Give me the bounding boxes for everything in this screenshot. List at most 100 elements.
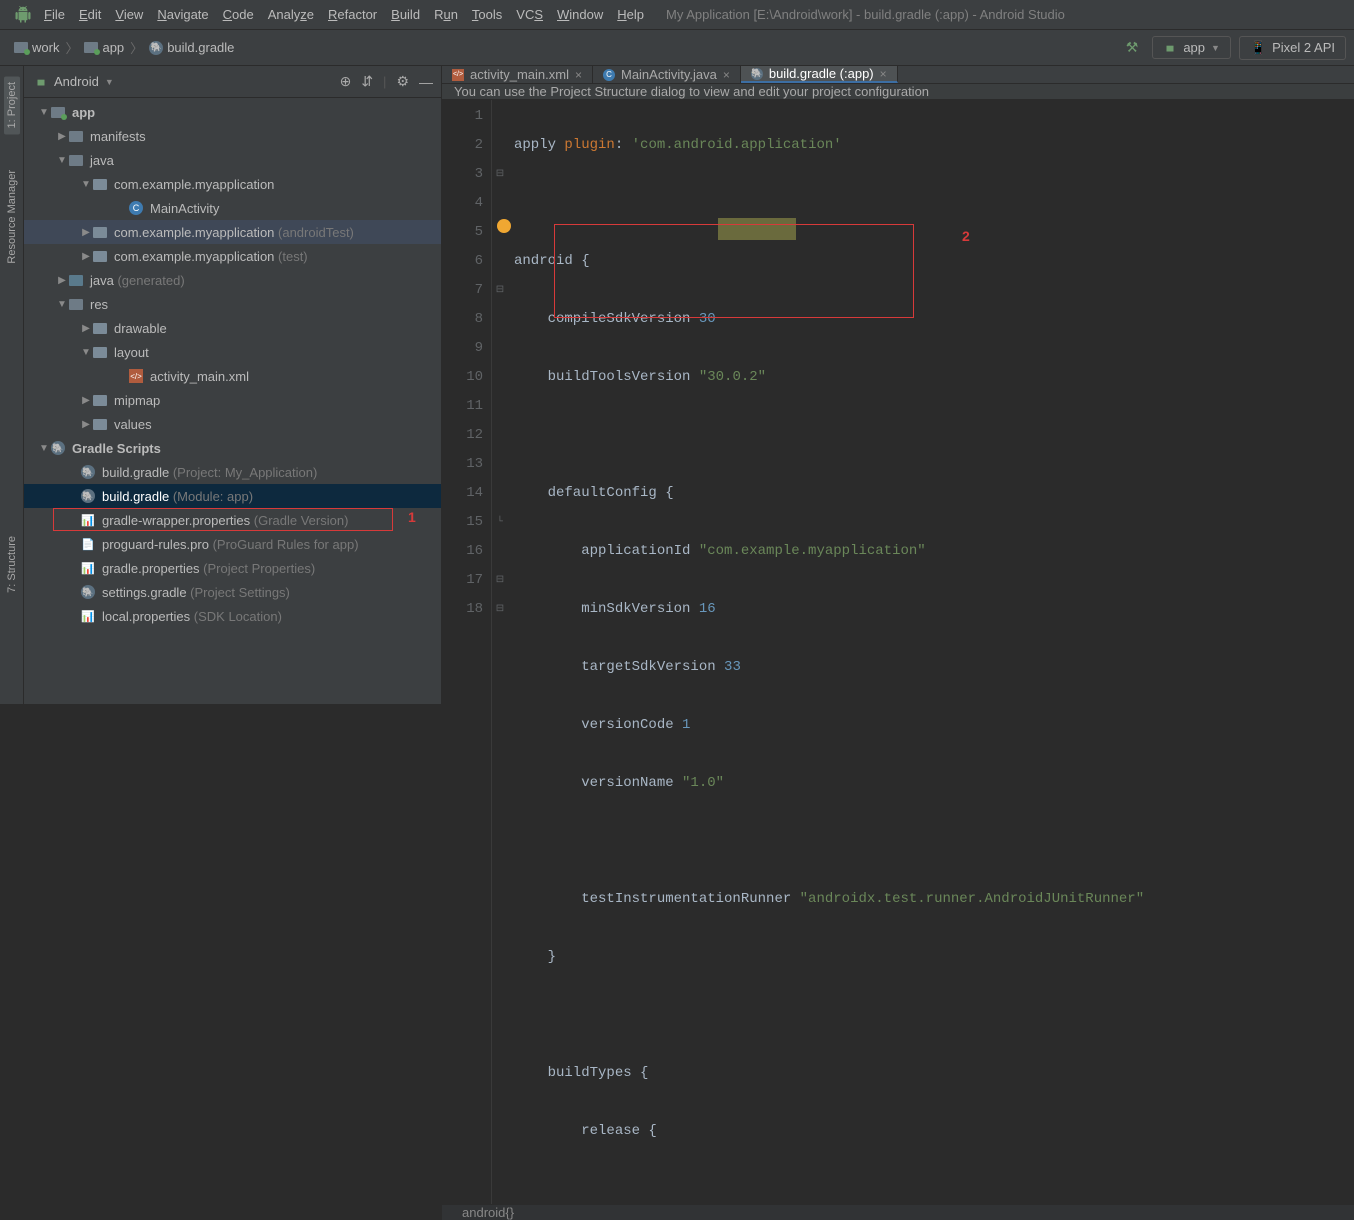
main-area: 1: Project Resource Manager 7: Structure… (0, 66, 1354, 704)
tree-gradle-scripts[interactable]: 🐘 Gradle Scripts (24, 436, 441, 460)
run-config-combo[interactable]: app ▼ (1152, 36, 1231, 59)
menu-edit[interactable]: Edit (79, 7, 101, 22)
folder-icon (69, 131, 83, 142)
nav-bar: work 〉 app 〉 🐘 build.gradle ⚒ app ▼ 📱 Pi… (0, 30, 1354, 66)
left-tool-strip: 1: Project Resource Manager 7: Structure (0, 66, 24, 704)
android-icon (34, 75, 48, 89)
settings-gear-icon[interactable]: ⚙ (396, 73, 409, 90)
properties-file-icon: 📊 (81, 609, 95, 623)
package-icon (93, 179, 107, 190)
code-content[interactable]: apply plugin: 'com.android.application' … (508, 100, 1354, 1204)
package-icon (93, 227, 107, 238)
tree-pkg-atest[interactable]: com.example.myapplication (androidTest) (24, 220, 441, 244)
crumb-work[interactable]: work (14, 40, 59, 55)
line-gutter: 123 456 789 101112 131415 161718 (442, 100, 492, 1204)
tree-gradle-wrapper[interactable]: 📊 gradle-wrapper.properties (Gradle Vers… (24, 508, 441, 532)
xml-file-icon: </> (129, 369, 143, 383)
menu-view[interactable]: View (115, 7, 143, 22)
menu-build[interactable]: Build (391, 7, 420, 22)
module-icon (51, 107, 65, 118)
tree-java[interactable]: java (24, 148, 441, 172)
tool-project[interactable]: 1: Project (4, 76, 20, 134)
properties-file-icon: 📊 (81, 561, 95, 575)
editor-area: </> activity_main.xml × C MainActivity.j… (442, 66, 1354, 704)
device-combo[interactable]: 📱 Pixel 2 API (1239, 36, 1346, 60)
tree-mipmap[interactable]: mipmap (24, 388, 441, 412)
project-header: Android ▼ ⊕ ⇵ | ⚙ — (24, 66, 441, 98)
tree-proguard[interactable]: 📄 proguard-rules.pro (ProGuard Rules for… (24, 532, 441, 556)
crumb-file[interactable]: 🐘 build.gradle (149, 40, 234, 55)
device-icon: 📱 (1250, 40, 1266, 56)
tree-gradle-properties[interactable]: 📊 gradle.properties (Project Properties) (24, 556, 441, 580)
tree-activity-main-xml[interactable]: </> activity_main.xml (24, 364, 441, 388)
editor-tabs: </> activity_main.xml × C MainActivity.j… (442, 66, 1354, 84)
menu-refactor[interactable]: Refactor (328, 7, 377, 22)
package-icon (93, 251, 107, 262)
build-button[interactable]: ⚒ (1126, 39, 1145, 56)
class-file-icon: C (603, 69, 615, 81)
android-icon (1163, 41, 1177, 55)
chevron-down-icon[interactable]: ▼ (105, 77, 114, 87)
menu-window[interactable]: Window (557, 7, 603, 22)
folder-icon (69, 299, 83, 310)
tab-build-gradle-app[interactable]: 🐘 build.gradle (:app) × (741, 66, 898, 83)
folder-icon (93, 419, 107, 430)
project-panel: Android ▼ ⊕ ⇵ | ⚙ — app manifests (24, 66, 442, 704)
run-config-label: app (1183, 40, 1205, 55)
code-editor[interactable]: 123 456 789 101112 131415 161718 apply p… (442, 100, 1354, 1204)
device-label: Pixel 2 API (1272, 40, 1335, 55)
tree-build-gradle-project[interactable]: 🐘 build.gradle (Project: My_Application) (24, 460, 441, 484)
gradle-file-icon: 🐘 (81, 585, 95, 599)
editor-breadcrumb[interactable]: android{} (442, 1204, 1354, 1220)
select-opened-file-icon[interactable]: ⊕ (340, 73, 352, 90)
gradle-file-icon: 🐘 (81, 465, 95, 479)
menu-help[interactable]: Help (617, 7, 644, 22)
close-tab-icon[interactable]: × (723, 68, 730, 82)
menu-bar: File Edit View Navigate Code Analyze Ref… (0, 0, 1354, 30)
folder-icon (69, 275, 83, 286)
menu-analyze[interactable]: Analyze (268, 7, 314, 22)
window-title: My Application [E:\Android\work] - build… (666, 7, 1065, 22)
crumb-app[interactable]: app (84, 40, 124, 55)
menu-navigate[interactable]: Navigate (157, 7, 208, 22)
properties-file-icon: 📊 (81, 513, 95, 527)
hide-panel-icon[interactable]: — (419, 74, 433, 90)
chevron-right-icon: 〉 (130, 38, 143, 57)
tree-build-gradle-module[interactable]: 🐘 build.gradle (Module: app) (24, 484, 441, 508)
close-tab-icon[interactable]: × (880, 67, 887, 81)
tool-resource-manager[interactable]: Resource Manager (4, 164, 20, 270)
menu-file[interactable]: File (44, 7, 65, 22)
gradle-file-icon: 🐘 (149, 41, 163, 55)
menu-run[interactable]: Run (434, 7, 458, 22)
tool-structure[interactable]: 7: Structure (4, 530, 20, 599)
breadcrumb: work 〉 app 〉 🐘 build.gradle (14, 38, 234, 57)
intention-bulb-icon[interactable] (497, 219, 511, 233)
folder-icon (93, 395, 107, 406)
menu-tools[interactable]: Tools (472, 7, 502, 22)
menu-vcs[interactable]: VCS (516, 7, 543, 22)
file-icon: 📄 (81, 537, 95, 551)
tree-res[interactable]: res (24, 292, 441, 316)
xml-file-icon: </> (452, 69, 464, 81)
tree-values[interactable]: values (24, 412, 441, 436)
view-label[interactable]: Android (54, 74, 99, 89)
tree-pkg-test[interactable]: com.example.myapplication (test) (24, 244, 441, 268)
tree-local-properties[interactable]: 📊 local.properties (SDK Location) (24, 604, 441, 628)
tree-app[interactable]: app (24, 100, 441, 124)
menu-code[interactable]: Code (223, 7, 254, 22)
run-toolbar: ⚒ app ▼ 📱 Pixel 2 API (1126, 36, 1346, 60)
gradle-icon: 🐘 (51, 441, 65, 455)
selection-highlight (718, 218, 796, 240)
tree-drawable[interactable]: drawable (24, 316, 441, 340)
tab-activity-main-xml[interactable]: </> activity_main.xml × (442, 66, 593, 83)
expand-all-icon[interactable]: ⇵ (361, 73, 373, 90)
tab-main-activity[interactable]: C MainActivity.java × (593, 66, 741, 83)
tree-layout[interactable]: layout (24, 340, 441, 364)
close-tab-icon[interactable]: × (575, 68, 582, 82)
android-logo-icon (14, 6, 32, 24)
tree-main-activity[interactable]: C MainActivity (24, 196, 441, 220)
tree-manifests[interactable]: manifests (24, 124, 441, 148)
tree-java-gen[interactable]: java (generated) (24, 268, 441, 292)
tree-settings-gradle[interactable]: 🐘 settings.gradle (Project Settings) (24, 580, 441, 604)
tree-pkg-main[interactable]: com.example.myapplication (24, 172, 441, 196)
